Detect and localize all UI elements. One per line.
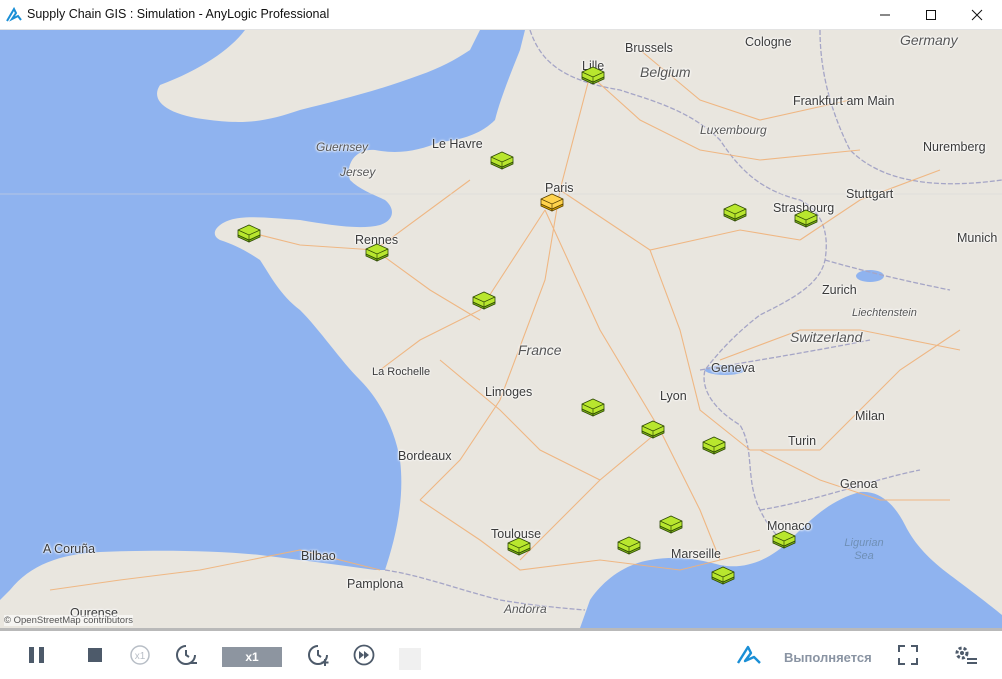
fast-forward-button[interactable]: [351, 642, 377, 668]
atlantic-ocean: [0, 30, 525, 600]
warehouse-icon: [581, 66, 605, 85]
map-label-luxembourg: Luxembourg: [700, 123, 767, 137]
warehouse-icon: [711, 566, 735, 585]
map-label-belgium: Belgium: [640, 64, 691, 80]
map-label-la-rochelle: La Rochelle: [372, 366, 431, 378]
warehouse-icon: [617, 536, 641, 555]
map-label-bordeaux: Bordeaux: [398, 449, 452, 463]
map-label-marseille: Marseille: [671, 547, 722, 561]
warehouse-icon: [540, 193, 564, 212]
map-label-frankfurt: Frankfurt am Main: [793, 94, 895, 108]
map-label-andorra: Andorra: [504, 602, 547, 616]
warehouse-marker-brest[interactable]: [236, 223, 262, 243]
reset-speed-icon: x1: [130, 645, 150, 665]
close-icon: [971, 9, 983, 21]
anylogic-logo-icon: [6, 7, 22, 22]
maximize-button[interactable]: [908, 0, 954, 30]
minimize-icon: [880, 14, 890, 16]
reset-speed-button[interactable]: x1: [127, 642, 153, 668]
minimize-button[interactable]: [862, 0, 908, 30]
warehouse-marker-tours[interactable]: [471, 290, 497, 310]
mediterranean-sea: [580, 491, 1002, 628]
warehouse-icon: [472, 291, 496, 310]
warehouse-icon: [365, 243, 389, 262]
window-title: Supply Chain GIS : Simulation - AnyLogic…: [27, 7, 330, 21]
map-label-zurich: Zurich: [822, 283, 857, 297]
title-bar: Supply Chain GIS : Simulation - AnyLogic…: [0, 0, 1002, 30]
slow-down-icon: [176, 645, 197, 665]
warehouse-marker-lyon[interactable]: [640, 419, 666, 439]
warehouse-icon: [702, 436, 726, 455]
map-label-le-havre: Le Havre: [432, 137, 483, 151]
map-label-lyon: Lyon: [660, 389, 687, 403]
warehouse-marker-nimes[interactable]: [658, 514, 684, 534]
pause-button[interactable]: [24, 642, 50, 668]
svg-text:x1: x1: [135, 651, 146, 662]
warehouse-icon: [237, 224, 261, 243]
map-label-germany: Germany: [900, 32, 958, 48]
status-logo: [735, 642, 763, 668]
settings-button[interactable]: [951, 642, 979, 668]
settings-icon: [955, 646, 977, 664]
simulation-toolbar: x1 x1 Выполняется: [0, 628, 1002, 679]
warehouse-marker-grenoble[interactable]: [701, 435, 727, 455]
warehouse-marker-paris[interactable]: [539, 192, 565, 212]
map-label-france: France: [518, 342, 562, 358]
map-label-geneva: Geneva: [711, 361, 755, 375]
stop-button[interactable]: [82, 642, 108, 668]
map-label-milan: Milan: [855, 409, 885, 423]
fullscreen-button[interactable]: [895, 642, 921, 668]
fast-forward-icon: [353, 644, 375, 666]
map-label-bilbao: Bilbao: [301, 549, 336, 563]
map-label-cologne: Cologne: [745, 35, 792, 49]
warehouse-marker-strasbourg[interactable]: [793, 208, 819, 228]
warehouse-icon: [723, 203, 747, 222]
speed-up-icon: [308, 645, 329, 666]
close-button[interactable]: [954, 0, 1000, 30]
warehouse-icon: [659, 515, 683, 534]
warehouse-marker-lille[interactable]: [580, 65, 606, 85]
map-label-a-coruna: A Coruña: [43, 542, 96, 556]
pause-icon: [29, 647, 44, 663]
map-label-munich: Munich: [957, 231, 998, 245]
fullscreen-icon: [898, 645, 918, 665]
map-label-switzerland: Switzerland: [790, 329, 863, 345]
maximize-icon: [926, 10, 936, 20]
warehouse-marker-montpellier[interactable]: [616, 535, 642, 555]
warehouse-icon: [641, 420, 665, 439]
map-label-jersey: Jersey: [340, 165, 376, 179]
gis-map[interactable]: Lille Brussels Cologne Germany Belgium F…: [0, 30, 1002, 628]
map-attribution[interactable]: © OpenStreetMap contributors: [4, 615, 133, 626]
warehouse-icon: [794, 209, 818, 228]
map-label-ligurian-sea: Ligurian Sea: [844, 537, 884, 562]
warehouse-marker-clermont[interactable]: [580, 397, 606, 417]
warehouse-icon: [507, 537, 531, 556]
speed-up-button[interactable]: [305, 642, 331, 668]
warehouse-marker-toulouse[interactable]: [506, 536, 532, 556]
warehouse-marker-metz[interactable]: [722, 202, 748, 222]
slow-down-button[interactable]: [173, 642, 199, 668]
map-label-brussels: Brussels: [625, 41, 673, 55]
map-label-guernsey: Guernsey: [316, 140, 369, 154]
speed-indicator[interactable]: x1: [222, 647, 282, 667]
warehouse-icon: [581, 398, 605, 417]
map-label-genoa: Genoa: [840, 477, 878, 491]
map-label-turin: Turin: [788, 434, 817, 448]
warehouse-marker-rennes[interactable]: [364, 242, 390, 262]
map-label-liechtenstein: Liechtenstein: [852, 307, 917, 319]
warehouse-marker-marseille[interactable]: [710, 565, 736, 585]
map-label-pamplona: Pamplona: [347, 577, 404, 591]
map-label-stuttgart: Stuttgart: [846, 187, 894, 201]
stop-icon: [88, 648, 102, 662]
map-label-nuremberg: Nuremberg: [923, 140, 986, 154]
map-label-limoges: Limoges: [485, 385, 533, 399]
warehouse-marker-le-havre[interactable]: [489, 150, 515, 170]
warehouse-icon: [772, 530, 796, 549]
anylogic-logo-icon: [736, 645, 761, 664]
simulation-status: Выполняется: [784, 650, 872, 665]
warehouse-marker-nice[interactable]: [771, 529, 797, 549]
disabled-control: [399, 648, 421, 670]
warehouse-icon: [490, 151, 514, 170]
